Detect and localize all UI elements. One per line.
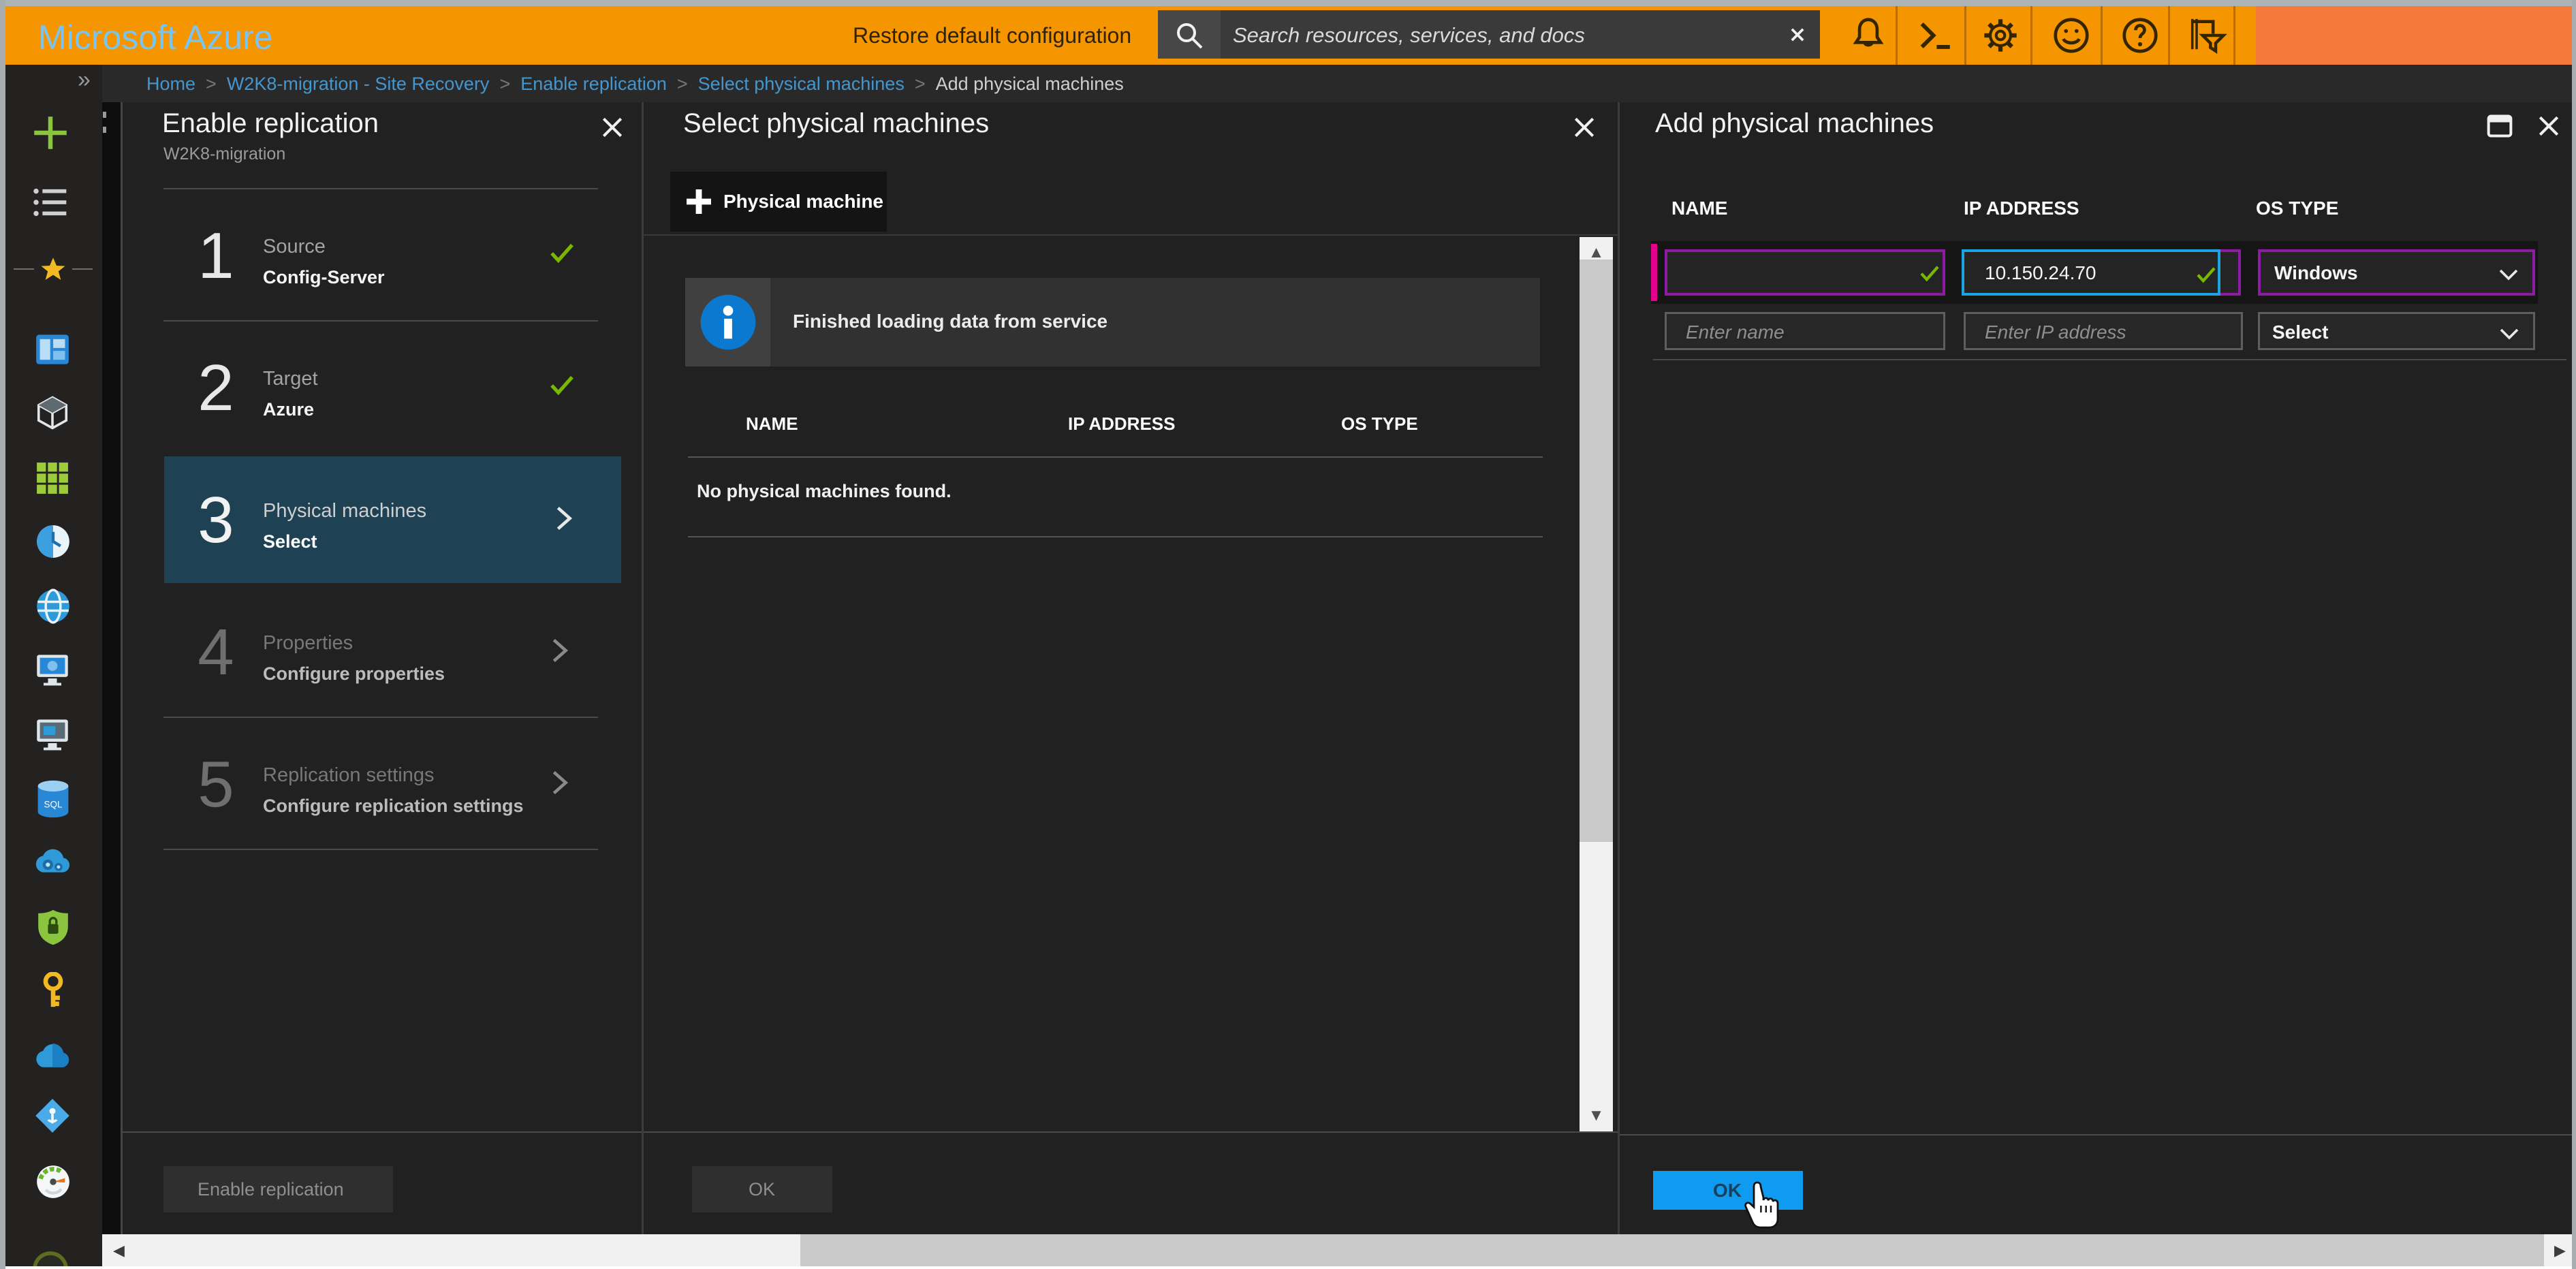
svg-text:SQL: SQL xyxy=(44,799,63,809)
